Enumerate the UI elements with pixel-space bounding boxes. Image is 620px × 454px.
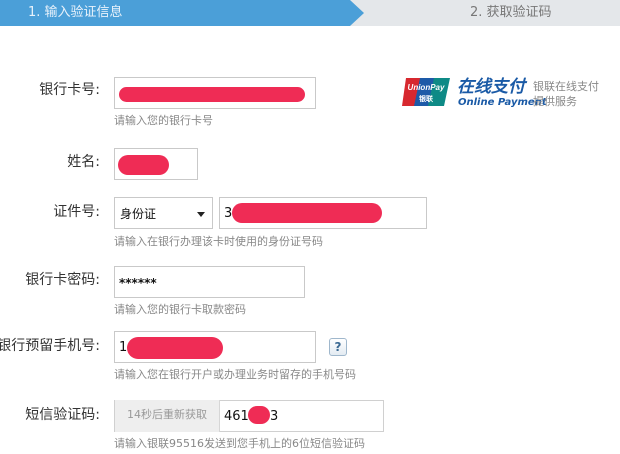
- id-number-label: 证件号:: [53, 204, 100, 220]
- id-type-value: 身份证: [120, 207, 157, 221]
- resend-sms-button[interactable]: 14秒后重新获取: [115, 400, 220, 432]
- phone-input[interactable]: 1: [114, 331, 316, 363]
- redacted-value: [248, 406, 270, 424]
- redacted-value: [118, 155, 169, 175]
- card-number-input[interactable]: [114, 77, 316, 109]
- svg-text:银联: 银联: [419, 94, 434, 103]
- name-label: 姓名:: [67, 154, 100, 170]
- id-type-select[interactable]: 身份证: [114, 197, 213, 229]
- sms-code-value-prefix[interactable]: 461: [224, 409, 249, 425]
- card-password-label: 银行卡密码:: [25, 272, 100, 288]
- card-number-hint: 请输入您的银行卡号: [114, 114, 213, 127]
- progress-steps: 1. 输入验证信息 2. 获取验证码: [0, 0, 620, 26]
- unionpay-logo-icon: UnionPay 银联: [402, 78, 450, 106]
- step-2-label: 2. 获取验证码: [470, 5, 552, 20]
- id-number-input[interactable]: 3: [219, 197, 427, 229]
- redacted-value: [127, 337, 223, 359]
- help-icon[interactable]: ?: [329, 338, 347, 356]
- sms-code-group: 14秒后重新获取 461 3: [114, 400, 384, 432]
- sms-code-label: 短信验证码:: [25, 407, 100, 423]
- chevron-down-icon: [197, 212, 205, 217]
- card-password-value: ******: [119, 276, 157, 290]
- name-input[interactable]: [114, 148, 198, 180]
- badge-desc-line2: 提供服务: [533, 95, 577, 108]
- card-password-input[interactable]: ******: [114, 266, 305, 298]
- sms-code-value-suffix: 3: [270, 409, 279, 424]
- id-number-hint: 请输入在银行办理该卡时使用的身份证号码: [114, 235, 323, 248]
- svg-text:UnionPay: UnionPay: [408, 83, 445, 92]
- redacted-value: [119, 87, 305, 102]
- phone-hint: 请输入您在银行开户或办理业务时留存的手机号码: [114, 368, 356, 381]
- redacted-value: [232, 203, 382, 223]
- phone-label: 银行预留手机号:: [0, 338, 100, 354]
- step-1-label: 1. 输入验证信息: [28, 5, 123, 20]
- id-number-value-prefix: 3: [224, 206, 233, 221]
- step-arrow: [350, 0, 364, 26]
- online-payment-title: 在线支付: [457, 77, 525, 97]
- badge-desc-line1: 银联在线支付: [533, 80, 599, 93]
- sms-code-hint: 请输入银联95516发送到您手机上的6位短信验证码: [114, 437, 365, 450]
- card-password-hint: 请输入您的银行卡取款密码: [114, 303, 246, 316]
- card-number-label: 银行卡号:: [39, 82, 100, 98]
